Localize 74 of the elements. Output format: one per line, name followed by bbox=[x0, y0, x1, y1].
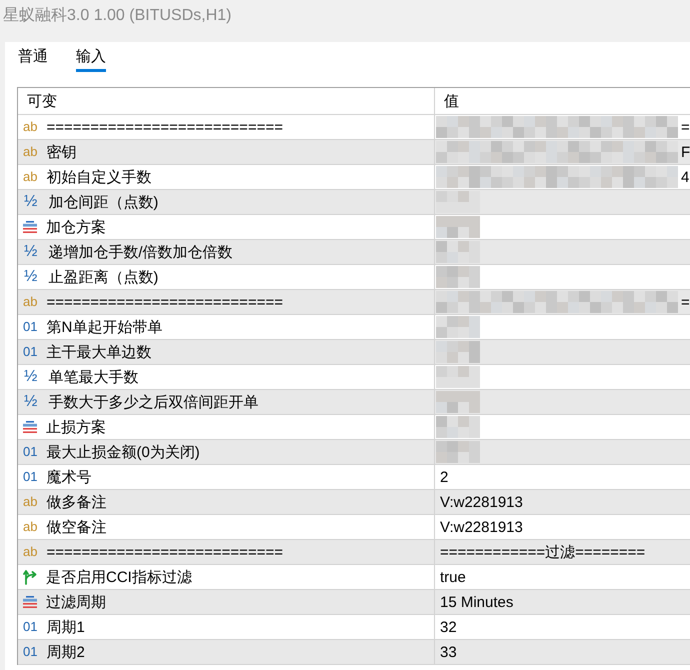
parameter-value: 4 bbox=[681, 168, 690, 186]
type-label: 01 bbox=[23, 619, 38, 635]
parameter-name: 单笔最大手数 bbox=[48, 368, 138, 386]
table-row[interactable]: 01 周期2 33 bbox=[18, 640, 690, 665]
type-label: 01 bbox=[23, 469, 38, 485]
parameter-name: 过滤周期 bbox=[46, 592, 106, 612]
parameter-name: 最大止损金额(0为关闭) bbox=[46, 442, 200, 462]
type-label: ab bbox=[23, 294, 38, 310]
type-label: 01 bbox=[23, 319, 38, 335]
type-label: ½ bbox=[23, 269, 38, 285]
type-label: 01 bbox=[23, 444, 38, 460]
table-row[interactable]: ab =========================== = bbox=[18, 290, 690, 315]
tab[interactable]: 输入 bbox=[76, 45, 106, 72]
parameter-name: 初始自定义手数 bbox=[46, 168, 152, 186]
parameter-name: 递增加仓手数/倍数加仓倍数 bbox=[48, 242, 233, 262]
type-label: ab bbox=[23, 494, 38, 510]
parameter-name: 手数大于多少之后双倍间距开单 bbox=[48, 392, 258, 412]
parameter-name: 周期2 bbox=[46, 642, 85, 662]
table-row[interactable]: ab =========================== = bbox=[18, 115, 690, 140]
parameter-value: F bbox=[681, 144, 690, 160]
branch-arrows-icon bbox=[23, 569, 37, 585]
parameter-value: ============过滤======== bbox=[440, 542, 646, 562]
parameter-name: 做多备注 bbox=[46, 492, 106, 512]
stacked-lines-icon bbox=[23, 421, 37, 433]
parameter-name: 加仓方案 bbox=[46, 218, 106, 236]
parameter-name: =========================== bbox=[46, 294, 283, 310]
parameter-value: = bbox=[681, 294, 690, 310]
table-row[interactable]: 01 主干最大单边数 bbox=[18, 340, 690, 365]
parameter-name: 魔术号 bbox=[46, 468, 92, 486]
parameter-value: V:w2281913 bbox=[440, 518, 523, 536]
type-label: 01 bbox=[23, 344, 38, 360]
window-title: 星蚁融科3.0 1.00 (BITUSDs,H1) bbox=[3, 6, 232, 26]
parameter-name: 密钥 bbox=[46, 142, 76, 162]
type-label: ab bbox=[23, 119, 38, 135]
parameter-name: =========================== bbox=[46, 544, 283, 560]
type-label: ab bbox=[23, 144, 38, 160]
type-label: ½ bbox=[23, 369, 38, 385]
type-label: ab bbox=[23, 169, 38, 185]
table-row[interactable]: 过滤周期 15 Minutes bbox=[18, 590, 690, 615]
parameter-value: 15 Minutes bbox=[440, 594, 514, 610]
parameter-name: 做空备注 bbox=[46, 518, 106, 536]
parameter-value: 33 bbox=[440, 644, 457, 660]
table-row[interactable]: ab 密钥 F bbox=[18, 140, 690, 165]
parameter-value: 32 bbox=[440, 618, 457, 636]
parameter-name: =========================== bbox=[46, 118, 283, 136]
column-header: 可变 bbox=[27, 92, 57, 110]
table-row[interactable]: ab =========================== ============过滤======== bbox=[18, 540, 690, 565]
stacked-lines-icon bbox=[23, 596, 37, 608]
table-row[interactable]: ½ 递增加仓手数/倍数加仓倍数 bbox=[18, 240, 690, 265]
parameter-name: 是否启用CCI指标过滤 bbox=[46, 568, 192, 586]
tab[interactable]: 普通 bbox=[18, 45, 48, 72]
table-row[interactable]: ab 初始自定义手数 4 bbox=[18, 165, 690, 190]
parameter-name: 止损方案 bbox=[46, 418, 106, 436]
column-header: 值 bbox=[444, 92, 459, 110]
parameter-name: 加仓间距（点数) bbox=[48, 192, 158, 212]
type-label: 01 bbox=[23, 644, 38, 660]
parameter-name: 第N单起开始带单 bbox=[46, 318, 162, 336]
table-row[interactable]: 01 最大止损金额(0为关闭) bbox=[18, 440, 690, 465]
table-row[interactable]: ½ 加仓间距（点数) bbox=[18, 190, 690, 215]
parameter-value: V:w2281913 bbox=[440, 494, 523, 510]
type-label: ½ bbox=[23, 194, 38, 210]
parameter-value: 2 bbox=[440, 468, 448, 486]
table-row[interactable]: ab 做多备注 V:w2281913 bbox=[18, 490, 690, 515]
parameter-name: 止盈距离（点数) bbox=[48, 268, 158, 286]
type-label: ab bbox=[23, 544, 38, 560]
type-label: ½ bbox=[23, 244, 38, 260]
parameter-value: true bbox=[440, 568, 466, 586]
parameter-value: = bbox=[681, 118, 690, 136]
table-row[interactable]: ½ 手数大于多少之后双倍间距开单 bbox=[18, 390, 690, 415]
type-label: ½ bbox=[23, 394, 38, 410]
stacked-lines-icon bbox=[23, 221, 37, 233]
parameter-name: 主干最大单边数 bbox=[46, 342, 152, 362]
parameter-name: 周期1 bbox=[46, 618, 85, 636]
type-label: ab bbox=[23, 519, 38, 535]
